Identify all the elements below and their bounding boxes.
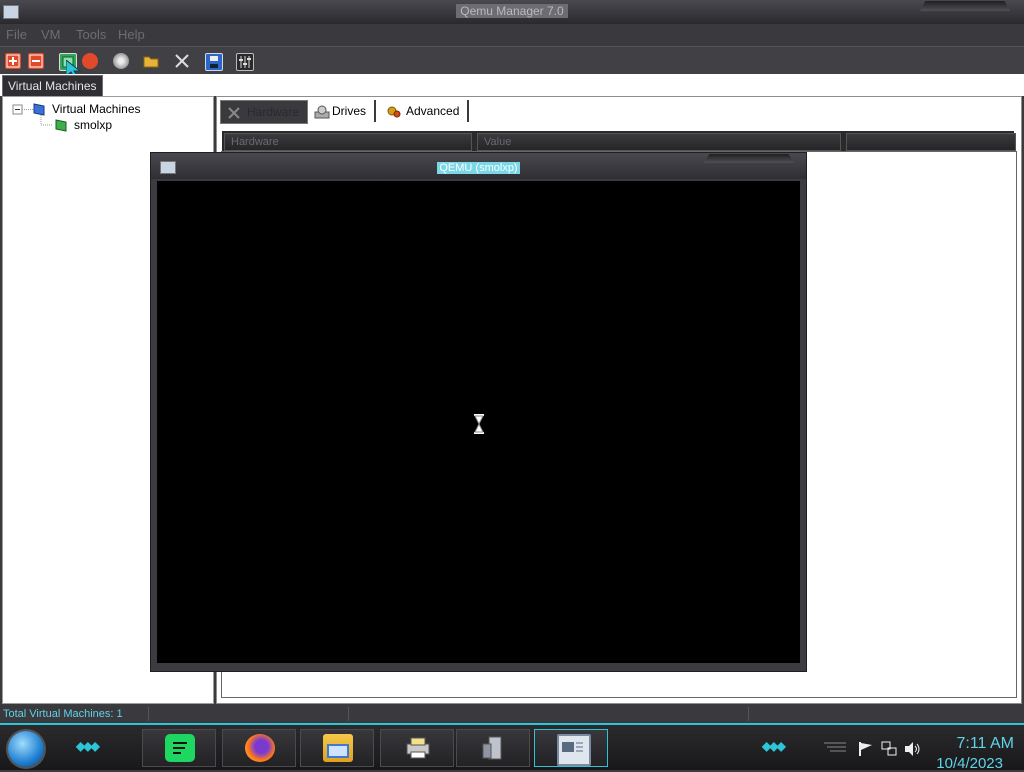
printer-icon <box>403 734 433 762</box>
clock-date[interactable]: 10/4/2023 <box>936 755 1003 772</box>
tab-row <box>0 74 1024 96</box>
settings-icon[interactable] <box>236 53 254 71</box>
taskbar-app-files[interactable] <box>300 729 374 767</box>
main-window-title: Qemu Manager 7.0 <box>0 4 1024 18</box>
qemu-window-controls[interactable] <box>704 154 794 163</box>
tray-expand-icon[interactable] <box>824 741 848 758</box>
column-header-value[interactable]: Value <box>477 133 841 151</box>
open-folder-icon[interactable] <box>143 53 159 69</box>
hardware-icon <box>227 105 241 127</box>
taskbar-app-spotify[interactable] <box>142 729 216 767</box>
status-bar: Total Virtual Machines: 1 <box>0 705 1024 723</box>
file-manager-icon <box>323 734 353 762</box>
start-button[interactable] <box>8 731 44 767</box>
decoration-chevrons-right: ◆◆◆ <box>762 739 786 753</box>
tools-icon[interactable] <box>174 53 190 69</box>
disc-icon[interactable] <box>113 53 129 69</box>
table-header-row: Hardware Value <box>222 131 1016 151</box>
menu-bar: File VM Tools Help <box>0 24 1024 46</box>
drives-icon <box>314 104 330 126</box>
tree-item-smolxp[interactable]: smolxp <box>74 118 112 132</box>
qemu-window[interactable]: QEMU (smolxp) <box>150 152 807 672</box>
taskbar-app-printer[interactable] <box>380 729 454 767</box>
details-tabs: Hardware Drives Advanced <box>218 98 1018 124</box>
menu-tools[interactable]: Tools <box>76 27 106 42</box>
vm-display[interactable] <box>157 181 800 663</box>
virtual-machines-folder-icon <box>32 102 46 116</box>
clock-time[interactable]: 7:11 AM <box>956 735 1014 753</box>
tab-virtual-machines[interactable]: Virtual Machines <box>2 75 103 96</box>
taskbar-app-window[interactable] <box>534 729 608 767</box>
window-controls[interactable] <box>920 1 1010 11</box>
hourglass-cursor-icon <box>473 414 485 437</box>
network-icon[interactable] <box>881 741 897 760</box>
column-header-extra[interactable] <box>846 133 1016 151</box>
stop-vm-icon[interactable] <box>82 53 98 69</box>
tab-advanced[interactable]: Advanced <box>380 100 470 122</box>
flag-icon[interactable] <box>858 741 874 760</box>
taskbar: ◆◆◆ ◆◆◆ 7:11 AM 10/4/2023 <box>0 723 1024 772</box>
taskbar-app-firefox[interactable] <box>222 729 296 767</box>
status-text: Total Virtual Machines: 1 <box>3 708 123 720</box>
menu-file[interactable]: File <box>6 27 27 42</box>
tab-hardware[interactable]: Hardware <box>220 100 309 127</box>
menu-vm[interactable]: VM <box>41 27 61 42</box>
decoration-chevrons: ◆◆◆ <box>76 739 100 753</box>
system-icon <box>479 734 509 762</box>
tab-drives[interactable]: Drives <box>306 100 377 122</box>
new-vm-icon[interactable] <box>5 53 21 69</box>
system-tray: 7:11 AM 10/4/2023 <box>820 729 1020 772</box>
taskbar-app-system[interactable] <box>456 729 530 767</box>
spotify-icon <box>165 734 195 762</box>
toolbar <box>0 46 1024 80</box>
column-header-hardware[interactable]: Hardware <box>224 133 472 151</box>
tree-root-label[interactable]: Virtual Machines <box>52 102 141 116</box>
menu-help[interactable]: Help <box>118 27 145 42</box>
window-icon <box>557 734 591 766</box>
vm-icon <box>54 118 68 132</box>
save-icon[interactable] <box>205 53 223 71</box>
firefox-icon <box>245 734 275 762</box>
qemu-titlebar[interactable]: QEMU (smolxp) <box>151 153 806 179</box>
delete-vm-icon[interactable] <box>28 53 44 69</box>
advanced-gear-icon <box>386 104 402 126</box>
volume-icon[interactable] <box>904 741 922 760</box>
main-titlebar[interactable]: Qemu Manager 7.0 <box>0 0 1024 24</box>
